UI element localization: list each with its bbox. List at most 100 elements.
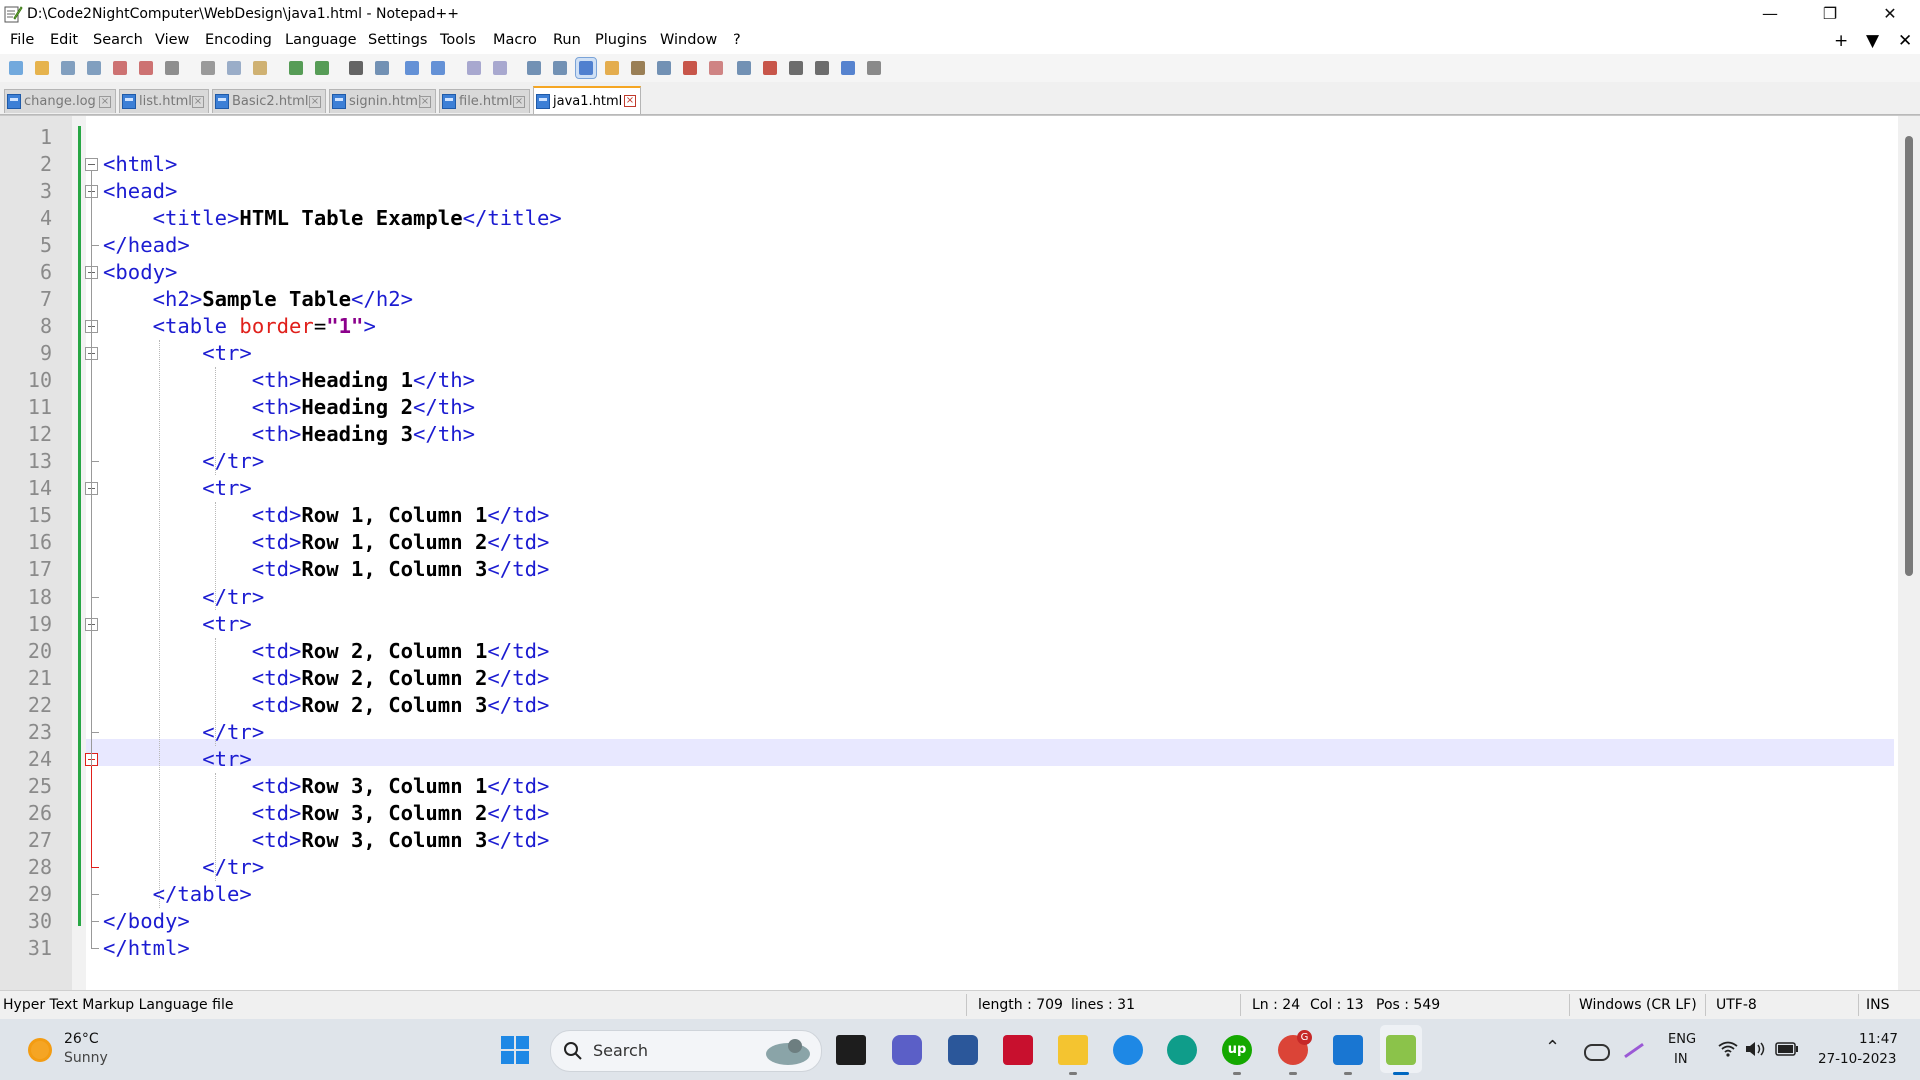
menu-window[interactable]: Window [660,32,717,48]
menu-macro[interactable]: Macro [493,32,537,48]
new-file-icon[interactable] [6,58,26,78]
menu-tools[interactable]: Tools [440,32,476,48]
code-line[interactable]: <tr> [103,746,252,773]
close-tab-icon[interactable]: × [99,96,111,108]
vertical-scrollbar[interactable] [1898,116,1920,990]
sync-horizontal-icon[interactable] [490,58,510,78]
fold-toggle-icon[interactable] [85,158,98,171]
tab-list-html[interactable]: list.html × [119,89,209,113]
code-line[interactable]: </body> [103,908,190,935]
code-line[interactable]: <tr> [103,611,252,638]
tab-list-dropdown[interactable]: ▼ [1866,31,1879,51]
edge-browser-icon[interactable] [1167,1035,1197,1065]
code-line[interactable]: <h2>Sample Table</h2> [103,286,413,313]
editor-area[interactable]: 1 2 3 4 5 6 7 8 9 10 11 12 13 14 15 16 17 18 19 20 21 22 23 24 2… [0,115,1920,990]
code-line[interactable]: <head> [103,178,177,205]
scrollbar-thumb[interactable] [1905,136,1913,576]
indent-guide-icon[interactable] [575,57,597,79]
menu-edit[interactable]: Edit [50,32,78,48]
notepadpp-taskbar-active[interactable] [1380,1025,1422,1073]
code-line[interactable]: </tr> [103,719,264,746]
code-line[interactable]: <td>Row 1, Column 1</td> [103,502,550,529]
close-icon[interactable] [110,58,130,78]
code-line[interactable]: </tr> [103,854,264,881]
code-line[interactable]: </html> [103,935,190,962]
task-view-icon[interactable] [836,1035,866,1065]
menu-help[interactable]: ? [733,32,741,48]
windows-start-icon[interactable] [500,1035,530,1065]
code-line[interactable]: <td>Row 1, Column 3</td> [103,556,550,583]
code-line[interactable]: </tr> [103,448,264,475]
battery-icon[interactable] [1775,1042,1799,1056]
code-line[interactable]: <html> [103,151,177,178]
code-line[interactable]: <td>Row 2, Column 1</td> [103,638,550,665]
open-file-icon[interactable] [32,58,52,78]
language-indicator-top[interactable]: ENG [1668,1032,1696,1047]
save-macro-icon[interactable] [864,58,884,78]
status-eol[interactable]: Windows (CR LF) [1579,997,1697,1013]
mcafee-icon[interactable] [1003,1035,1033,1065]
notepad-icon[interactable] [1333,1035,1363,1065]
code-line[interactable]: <td>Row 2, Column 2</td> [103,665,550,692]
menu-plugins[interactable]: Plugins [595,32,647,48]
weather-widget[interactable]: 26°C Sunny [24,1029,144,1071]
code-line[interactable]: <td>Row 3, Column 1</td> [103,773,550,800]
menu-encoding[interactable]: Encoding [205,32,272,48]
new-tab-control[interactable]: + [1834,31,1848,51]
document-list-icon[interactable] [706,58,726,78]
save-icon[interactable] [58,58,78,78]
close-tab-icon[interactable]: × [309,96,321,108]
function-list-icon[interactable] [654,58,674,78]
status-encoding[interactable]: UTF-8 [1716,997,1757,1013]
menu-search[interactable]: Search [93,32,143,48]
restore-button[interactable]: ❐ [1800,0,1860,28]
microsoft-store-icon[interactable] [948,1035,978,1065]
tab-change-log[interactable]: change.log × [4,89,116,113]
sync-vertical-icon[interactable] [464,58,484,78]
code-line[interactable]: </table> [103,881,252,908]
code-line[interactable]: <title>HTML Table Example</title> [103,205,562,232]
tab-signin-html[interactable]: signin.html × [329,89,436,113]
code-line[interactable]: <tr> [103,340,252,367]
run-macro-multiple-icon[interactable] [838,58,858,78]
save-all-icon[interactable] [84,58,104,78]
user-language-icon[interactable] [602,58,622,78]
minimize-button[interactable]: — [1740,0,1800,28]
cut-icon[interactable] [198,58,218,78]
code-line[interactable]: <tr> [103,475,252,502]
menu-language[interactable]: Language [285,32,357,48]
show-hidden-icons-chevron-icon[interactable]: ⌃ [1545,1037,1560,1058]
close-tab-icon[interactable]: × [192,96,204,108]
doc-map-icon[interactable] [628,58,648,78]
clock-time[interactable]: 11:47 [1859,1031,1898,1047]
play-macro-icon[interactable] [812,58,832,78]
clock-date[interactable]: 27-10-2023 [1818,1051,1896,1067]
language-indicator-bottom[interactable]: IN [1674,1052,1688,1067]
code-line[interactable]: <td>Row 3, Column 3</td> [103,827,550,854]
monitoring-icon[interactable] [734,58,754,78]
upwork-icon[interactable]: up [1222,1035,1252,1065]
redo-icon[interactable] [312,58,332,78]
code-line[interactable]: <table border="1"> [103,313,376,340]
folder-workspace-icon[interactable] [680,58,700,78]
undo-icon[interactable] [286,58,306,78]
code-line[interactable]: <td>Row 3, Column 2</td> [103,800,550,827]
tab-java1-html[interactable]: java1.html × [533,86,641,114]
show-all-chars-icon[interactable] [550,58,570,78]
code-line[interactable]: </head> [103,232,190,259]
tab-file-html[interactable]: file.html × [439,89,530,113]
code-line[interactable]: <body> [103,259,177,286]
menu-file[interactable]: File [10,32,34,48]
menu-run[interactable]: Run [553,32,581,48]
volume-icon[interactable] [1745,1041,1767,1057]
help-icon[interactable] [1113,1035,1143,1065]
pen-menu-icon[interactable] [1624,1042,1644,1059]
close-tab-icon[interactable]: × [419,96,431,108]
menu-view[interactable]: View [155,32,189,48]
close-tab-icon[interactable]: × [513,96,525,108]
close-document-control[interactable]: ✕ [1898,31,1912,51]
file-explorer-icon[interactable] [1058,1035,1088,1065]
print-icon[interactable] [162,58,182,78]
word-wrap-icon[interactable] [524,58,544,78]
teams-chat-icon[interactable] [892,1035,922,1065]
